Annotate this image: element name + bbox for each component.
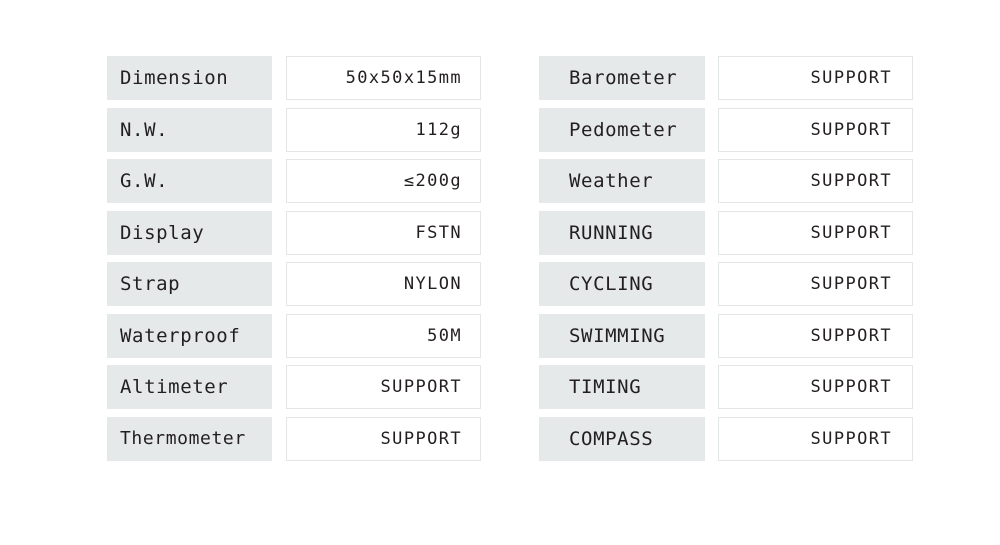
spec-label-cycling: CYCLING <box>539 262 705 306</box>
cell-gap <box>705 314 718 358</box>
spec-value-waterproof: 50M <box>286 313 481 358</box>
table-row: Barometer SUPPORT <box>539 56 913 100</box>
cell-gap <box>705 108 718 152</box>
spec-column-hardware: Dimension 50x50x15mm N.W. 112g G.W. ≤200… <box>107 56 481 461</box>
table-row: Altimeter SUPPORT <box>107 365 481 409</box>
table-row: Strap NYLON <box>107 262 481 306</box>
spec-value-weather: SUPPORT <box>718 159 913 203</box>
table-row: Thermometer SUPPORT <box>107 416 481 461</box>
spec-label-barometer: Barometer <box>539 56 705 100</box>
cell-gap <box>272 159 286 203</box>
table-row: Dimension 50x50x15mm <box>107 56 481 100</box>
cell-gap <box>705 262 718 306</box>
cell-gap <box>272 211 286 255</box>
table-row: Pedometer SUPPORT <box>539 107 913 152</box>
spec-value-altimeter: SUPPORT <box>286 365 481 409</box>
table-row: Waterproof 50M <box>107 313 481 358</box>
spec-value-running: SUPPORT <box>718 210 913 255</box>
table-row: TIMING SUPPORT <box>539 365 913 409</box>
spec-label-waterproof: Waterproof <box>107 313 272 358</box>
spec-column-features: Barometer SUPPORT Pedometer SUPPORT Weat… <box>539 56 913 461</box>
spec-value-swimming: SUPPORT <box>718 313 913 358</box>
cell-gap <box>272 417 286 461</box>
spec-label-running: RUNNING <box>539 210 705 255</box>
spec-label-weather: Weather <box>539 159 705 203</box>
specification-sheet: Dimension 50x50x15mm N.W. 112g G.W. ≤200… <box>0 0 1000 545</box>
spec-value-thermometer: SUPPORT <box>286 416 481 461</box>
cell-gap <box>705 365 718 409</box>
spec-label-altimeter: Altimeter <box>107 365 272 409</box>
spec-label-timing: TIMING <box>539 365 705 409</box>
spec-label-dimension: Dimension <box>107 56 272 100</box>
spec-value-net-weight: 112g <box>286 107 481 152</box>
spec-label-display: Display <box>107 210 272 255</box>
spec-value-dimension: 50x50x15mm <box>286 56 481 100</box>
cell-gap <box>705 56 718 100</box>
cell-gap <box>705 417 718 461</box>
table-row: G.W. ≤200g <box>107 159 481 203</box>
spec-value-display: FSTN <box>286 210 481 255</box>
cell-gap <box>272 365 286 409</box>
cell-gap <box>272 314 286 358</box>
cell-gap <box>272 262 286 306</box>
spec-value-strap: NYLON <box>286 262 481 306</box>
spec-value-compass: SUPPORT <box>718 416 913 461</box>
cell-gap <box>705 211 718 255</box>
table-row: Display FSTN <box>107 210 481 255</box>
spec-label-compass: COMPASS <box>539 416 705 461</box>
spec-value-barometer: SUPPORT <box>718 56 913 100</box>
spec-value-cycling: SUPPORT <box>718 262 913 306</box>
table-row: RUNNING SUPPORT <box>539 210 913 255</box>
spec-label-pedometer: Pedometer <box>539 107 705 152</box>
spec-value-pedometer: SUPPORT <box>718 107 913 152</box>
spec-value-gross-weight: ≤200g <box>286 159 481 203</box>
table-row: CYCLING SUPPORT <box>539 262 913 306</box>
table-row: Weather SUPPORT <box>539 159 913 203</box>
cell-gap <box>272 108 286 152</box>
spec-label-net-weight: N.W. <box>107 107 272 152</box>
spec-label-swimming: SWIMMING <box>539 313 705 358</box>
table-row: SWIMMING SUPPORT <box>539 313 913 358</box>
spec-table: Dimension 50x50x15mm N.W. 112g G.W. ≤200… <box>107 56 913 461</box>
table-row: COMPASS SUPPORT <box>539 416 913 461</box>
cell-gap <box>705 159 718 203</box>
cell-gap <box>272 56 286 100</box>
table-row: N.W. 112g <box>107 107 481 152</box>
spec-label-gross-weight: G.W. <box>107 159 272 203</box>
spec-label-strap: Strap <box>107 262 272 306</box>
spec-label-thermometer: Thermometer <box>107 416 272 461</box>
spec-value-timing: SUPPORT <box>718 365 913 409</box>
